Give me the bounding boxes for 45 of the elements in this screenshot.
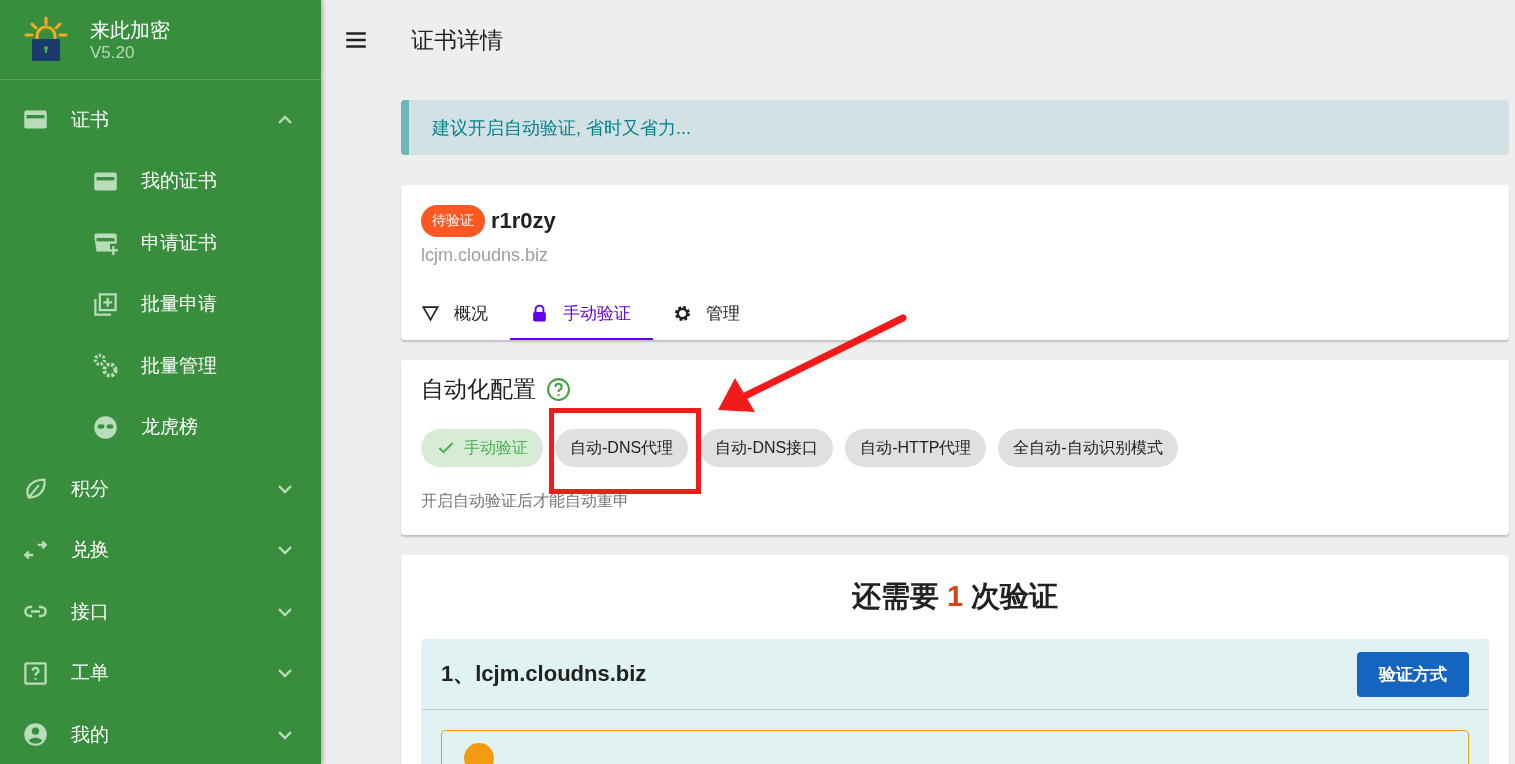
gear-icon (673, 303, 692, 323)
domain-title: 1、lcjm.cloudns.biz (441, 660, 647, 688)
gears-icon (92, 352, 119, 380)
sidebar-item[interactable]: 工单 (0, 642, 321, 704)
filter-icon (421, 303, 440, 323)
sidebar-subitem[interactable]: 龙虎榜 (0, 396, 321, 458)
chevron-icon (278, 114, 292, 125)
copy-plus-icon (92, 290, 119, 318)
chevron-icon (278, 606, 292, 617)
help-icon[interactable] (546, 377, 571, 402)
sidebar-subitem[interactable]: 批量管理 (0, 335, 321, 397)
certificate-domain: lcjm.cloudns.biz (421, 245, 550, 266)
sidebar-item[interactable]: 积分 (0, 458, 321, 520)
mode-chip[interactable]: 自动-HTTP代理 (845, 429, 987, 467)
sidebar-item[interactable]: 兑换 (0, 519, 321, 581)
chevron-icon (278, 668, 292, 679)
tab[interactable]: 概况 (421, 288, 510, 340)
app-version: V5.20 (90, 42, 136, 63)
section-title: 自动化配置 (421, 375, 536, 404)
lock-icon (530, 303, 549, 323)
mode-chip[interactable]: 手动验证 (421, 429, 543, 467)
sidebar-item[interactable]: 接口 (0, 581, 321, 643)
tab[interactable]: 管理 (653, 288, 762, 340)
help-icon (22, 659, 49, 687)
sidebar-subitem[interactable]: 我的证书 (0, 150, 321, 212)
sidebar-subitem[interactable]: 申请证书 (0, 212, 321, 274)
status-badge: 待验证 (421, 205, 485, 237)
tab[interactable]: 手动验证 (510, 288, 653, 340)
mode-chip[interactable]: 自动-DNS代理 (555, 429, 689, 467)
sidebar-item[interactable]: 我的 (0, 704, 321, 764)
chevron-icon (278, 545, 292, 556)
sidebar-subitem[interactable]: 批量申请 (0, 273, 321, 335)
mode-chip[interactable]: 自动-DNS接口 (700, 429, 834, 467)
app-name: 来此加密 (90, 17, 170, 43)
info-alert: 建议开启自动验证, 省时又省力... (401, 100, 1509, 155)
chevron-icon (278, 483, 292, 494)
page-title: 证书详情 (411, 25, 503, 55)
account-icon (22, 721, 49, 749)
verification-heading: 还需要 1 次验证 (850, 579, 1060, 614)
sidebar-item[interactable]: 证书 (0, 89, 321, 151)
chevron-icon (278, 729, 292, 740)
mode-chip[interactable]: 全自动-自动识别模式 (998, 429, 1178, 467)
verify-method-button[interactable]: 验证方式 (1357, 651, 1469, 697)
certificate-name: r1r0zy (491, 208, 556, 234)
lock-logo-icon (22, 15, 70, 64)
